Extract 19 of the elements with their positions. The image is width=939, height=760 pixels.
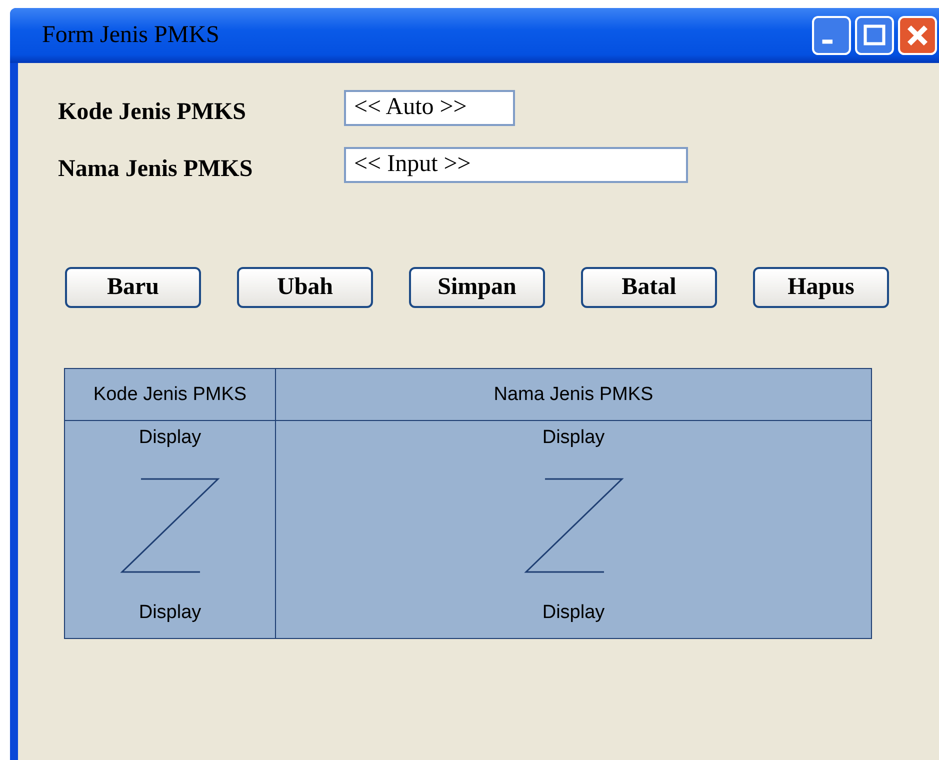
minimize-button[interactable] (812, 16, 851, 55)
maximize-button[interactable] (855, 16, 894, 55)
field-label: Nama Jenis PMKS (58, 156, 254, 183)
form-button[interactable]: Simpan (409, 267, 545, 308)
form-button[interactable]: Batal (581, 267, 717, 308)
cell-text: Display (542, 602, 605, 624)
cell-text: Display (138, 427, 202, 449)
form-button[interactable]: Ubah (237, 267, 373, 308)
column-header: Kode Jenis PMKS (65, 369, 276, 421)
field-label: Kode Jenis PMKS (58, 99, 248, 126)
cell-text: Display (542, 427, 605, 449)
cell-text: Display (138, 602, 202, 624)
form-button[interactable]: Hapus (753, 267, 889, 308)
input-field[interactable]: << Input >> (344, 146, 688, 182)
column-header: Nama Jenis PMKS (276, 369, 871, 421)
close-button[interactable] (898, 16, 937, 55)
input-field[interactable]: << Auto >> (344, 90, 515, 126)
form-button[interactable]: Baru (65, 267, 201, 308)
window-title: Form Jenis PMKS (42, 22, 220, 49)
